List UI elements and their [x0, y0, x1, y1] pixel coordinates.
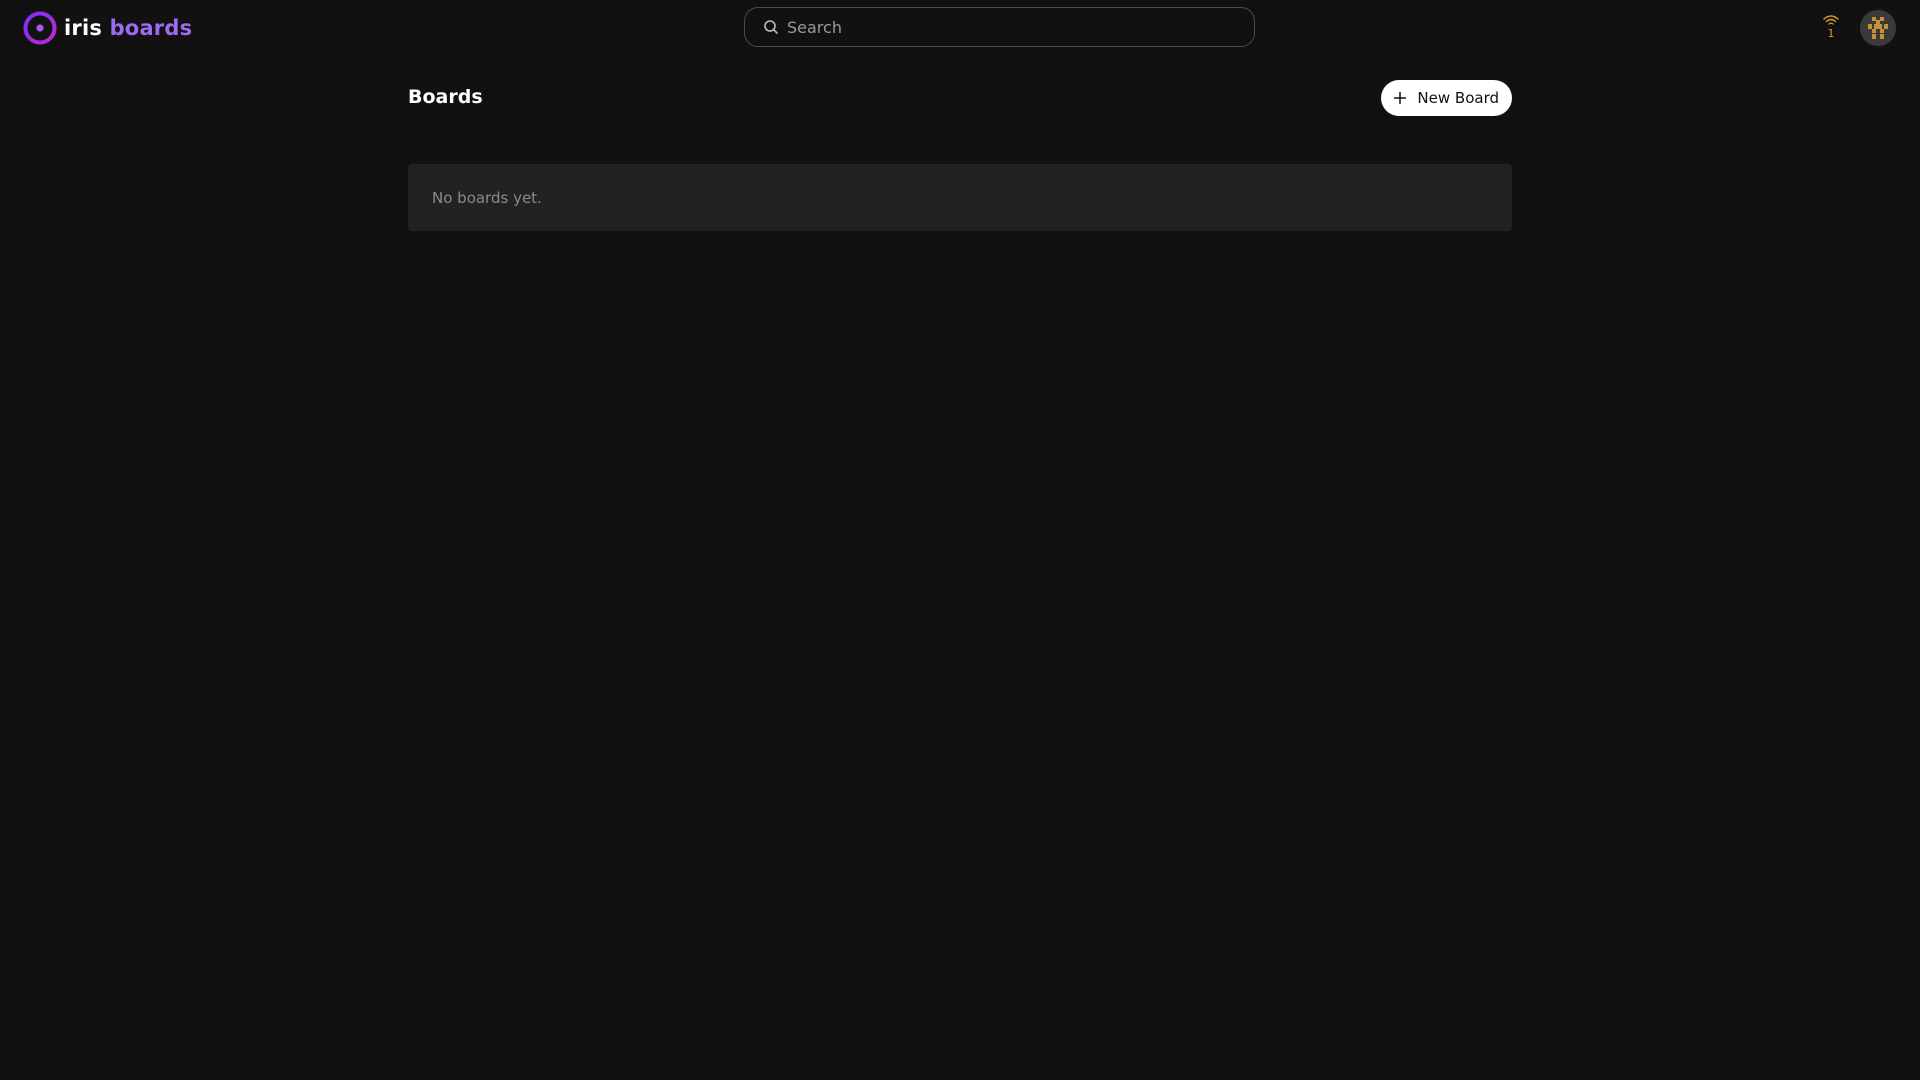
page-title: Boards: [408, 86, 483, 108]
plus-icon: [1394, 91, 1407, 105]
new-board-label: New Board: [1417, 89, 1499, 107]
app-name: iris boards: [64, 11, 192, 45]
logo-link[interactable]: iris boards: [23, 11, 192, 45]
iris-logo-icon: [23, 11, 57, 45]
identicon-avatar: [1860, 10, 1896, 46]
empty-state-message: No boards yet.: [432, 188, 542, 207]
relay-count: 1: [1827, 27, 1835, 40]
search-box[interactable]: [744, 7, 1255, 47]
new-board-button[interactable]: New Board: [1381, 80, 1512, 116]
user-avatar[interactable]: [1860, 10, 1896, 46]
app-name-word2: boards: [109, 16, 193, 40]
top-bar: iris boards 1: [0, 0, 1920, 56]
app-name-word1: iris: [64, 16, 103, 40]
relay-status-button[interactable]: 1: [1820, 14, 1842, 42]
search-icon: [764, 20, 778, 34]
search-input[interactable]: [787, 9, 1254, 45]
wifi-icon: [1823, 15, 1839, 25]
empty-state: No boards yet.: [408, 164, 1512, 231]
